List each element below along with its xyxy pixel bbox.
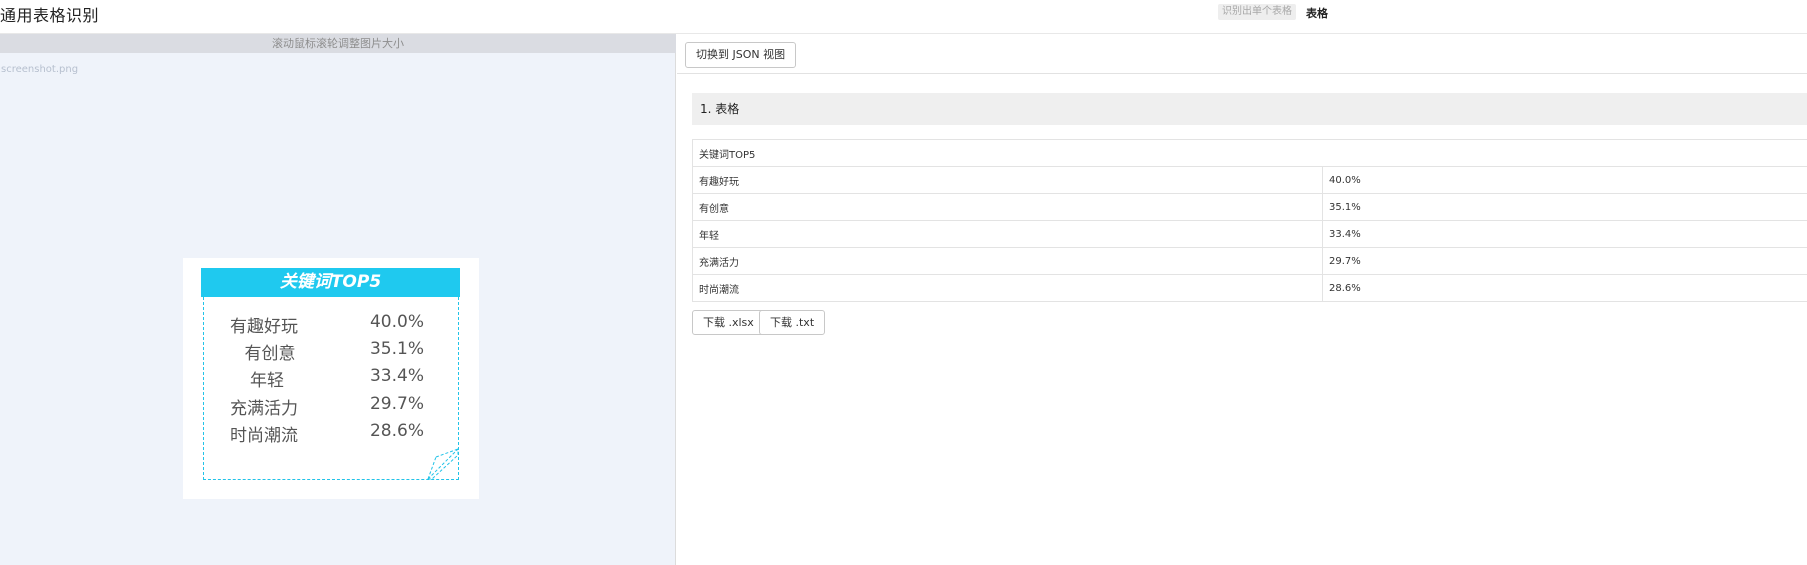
- table-row: 有创意 35.1%: [692, 193, 1807, 221]
- zoom-hint: 滚动鼠标滚轮调整图片大小: [0, 34, 676, 53]
- result-table: 关键词TOP5 有趣好玩 40.0% 有创意 35.1% 年轻 33.4% 充满…: [692, 139, 1807, 302]
- table-cell: 有创意: [692, 193, 1323, 221]
- preview-key: 年轻: [250, 371, 284, 391]
- preview-value: 28.6%: [369, 421, 424, 441]
- toggle-json-view-button[interactable]: 切换到 JSON 视图: [685, 42, 797, 68]
- table-cell: 关键词TOP5: [692, 139, 1807, 167]
- page-title: 通用表格识别: [0, 6, 100, 25]
- table-cell: 充满活力: [692, 247, 1323, 275]
- preview-row: 有趣好玩 40.0%: [204, 312, 460, 338]
- preview-value: 33.4%: [369, 366, 424, 386]
- download-xlsx-button[interactable]: 下载 .xlsx: [692, 310, 765, 335]
- mode-label: 表格: [1306, 7, 1328, 20]
- preview-key: 有创意: [244, 344, 296, 364]
- table-cell: 有趣好玩: [692, 166, 1323, 194]
- table-cell: 40.0%: [1322, 166, 1807, 194]
- preview-title: 关键词TOP5: [201, 268, 460, 297]
- preview-key: 有趣好玩: [230, 317, 298, 337]
- table-cell: 28.6%: [1322, 274, 1807, 302]
- preview-table-body: 有趣好玩 40.0% 有创意 35.1% 年轻 33.4% 充满活力 29.7%…: [203, 297, 459, 480]
- preview-key: 充满活力: [230, 399, 298, 419]
- download-txt-button[interactable]: 下载 .txt: [759, 310, 826, 335]
- table-section-title: 1. 表格: [692, 93, 1807, 125]
- preview-value: 35.1%: [369, 339, 424, 359]
- preview-row: 充满活力 29.7%: [204, 394, 460, 420]
- result-toolbar: 切换到 JSON 视图: [677, 34, 1807, 74]
- table-cell: 年轻: [692, 220, 1323, 248]
- app-header: 通用表格识别 识别出单个表格 表格: [0, 0, 1807, 34]
- result-panel: 切换到 JSON 视图 1. 表格 关键词TOP5 有趣好玩 40.0% 有创意…: [677, 34, 1807, 565]
- table-cell: 35.1%: [1322, 193, 1807, 221]
- image-filename: screenshot.png: [1, 64, 79, 75]
- table-cell: 29.7%: [1322, 247, 1807, 275]
- preview-row: 时尚潮流 28.6%: [204, 421, 460, 447]
- table-row: 关键词TOP5: [692, 139, 1807, 167]
- preview-key: 时尚潮流: [230, 426, 298, 446]
- table-row: 充满活力 29.7%: [692, 247, 1807, 275]
- page-fold-icon: [426, 447, 459, 480]
- image-preview-panel[interactable]: 滚动鼠标滚轮调整图片大小 screenshot.png 关键词TOP5 有趣好玩…: [0, 34, 676, 565]
- status-badge: 识别出单个表格: [1218, 4, 1296, 20]
- table-row: 时尚潮流 28.6%: [692, 274, 1807, 302]
- table-row: 有趣好玩 40.0%: [692, 166, 1807, 194]
- source-image[interactable]: 关键词TOP5 有趣好玩 40.0% 有创意 35.1% 年轻 33.4% 充满…: [183, 258, 479, 499]
- table-cell: 33.4%: [1322, 220, 1807, 248]
- preview-row: 有创意 35.1%: [204, 339, 460, 365]
- preview-value: 29.7%: [369, 394, 424, 414]
- preview-row: 年轻 33.4%: [204, 366, 460, 392]
- preview-value: 40.0%: [369, 312, 424, 332]
- table-row: 年轻 33.4%: [692, 220, 1807, 248]
- table-cell: 时尚潮流: [692, 274, 1323, 302]
